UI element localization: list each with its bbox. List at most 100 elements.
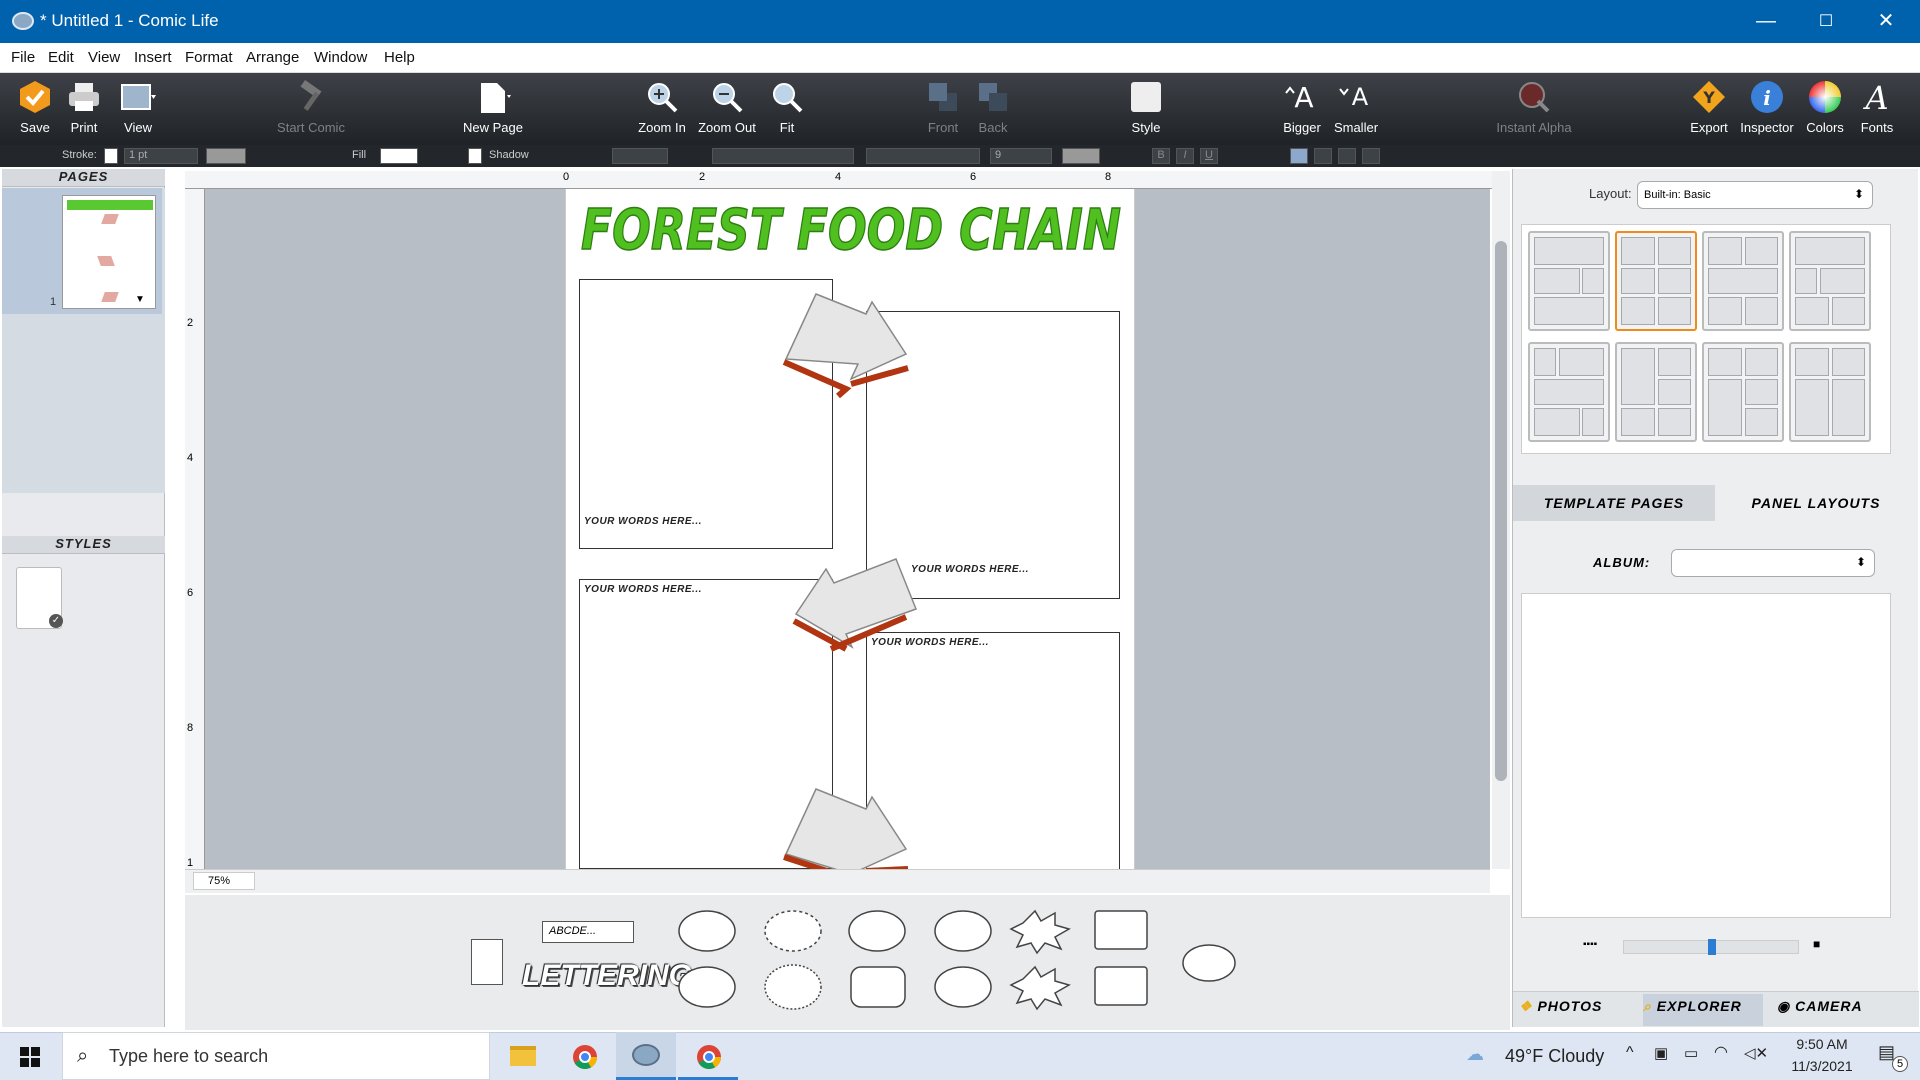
menu-file[interactable]: File: [11, 49, 35, 66]
font-family-select[interactable]: [712, 148, 854, 164]
menu-insert[interactable]: Insert: [134, 49, 172, 66]
layout-thumbnail[interactable]: [1528, 231, 1610, 331]
slider-thumb[interactable]: [1708, 939, 1716, 955]
save-button[interactable]: Save: [10, 73, 60, 145]
menu-arrange[interactable]: Arrange: [246, 49, 299, 66]
tab-template-pages[interactable]: TEMPLATE PAGES: [1513, 485, 1715, 521]
maximize-button[interactable]: ☐: [1797, 0, 1855, 43]
file-explorer-taskbar-icon[interactable]: [492, 1032, 552, 1080]
zoom-in-button[interactable]: Zoom In: [632, 73, 692, 145]
close-button[interactable]: ✕: [1857, 0, 1915, 43]
align-right-button[interactable]: [1338, 148, 1356, 164]
fill-color-well[interactable]: [380, 148, 418, 164]
weather-text[interactable]: 49°F Cloudy: [1505, 1046, 1604, 1067]
layout-thumbnail[interactable]: [1789, 342, 1871, 442]
layout-thumbnail[interactable]: [1702, 342, 1784, 442]
zoom-out-button[interactable]: Zoom Out: [694, 73, 760, 145]
panel-caption[interactable]: YOUR WORDS HERE...: [584, 584, 702, 595]
speech-balloon[interactable]: [678, 910, 736, 952]
battery-icon[interactable]: ▭: [1684, 1044, 1698, 1062]
font-size-select[interactable]: 9: [990, 148, 1052, 164]
page-menu-icon[interactable]: ▼: [135, 294, 145, 305]
speech-balloon-shapes[interactable]: [675, 907, 1255, 1019]
style-button[interactable]: Style: [1121, 73, 1171, 145]
view-button[interactable]: View: [110, 73, 166, 145]
wifi-icon[interactable]: ◠: [1714, 1042, 1728, 1062]
bigger-button[interactable]: A Bigger: [1276, 73, 1328, 145]
thought-balloon[interactable]: [848, 910, 906, 952]
stroke-width-select[interactable]: 1 pt: [124, 148, 198, 164]
pages-scrollbar[interactable]: [148, 189, 164, 529]
style-swatch[interactable]: ✓: [16, 567, 63, 629]
menu-view[interactable]: View: [88, 49, 120, 66]
chrome-profile-taskbar-icon[interactable]: [678, 1032, 738, 1080]
zoom-select[interactable]: 75%: [193, 872, 255, 890]
taskbar-search-box[interactable]: ⌕ Type here to search: [62, 1032, 490, 1080]
speech-balloon-oval[interactable]: [934, 910, 992, 952]
rounded-balloon[interactable]: [850, 966, 906, 1008]
panel-caption[interactable]: YOUR WORDS HERE...: [584, 516, 702, 527]
arrow-graphic[interactable]: [776, 779, 926, 874]
clock-date[interactable]: 11/3/2021: [1778, 1058, 1866, 1074]
underline-button[interactable]: U: [1200, 148, 1218, 164]
new-page-button[interactable]: New Page: [455, 73, 531, 145]
layout-select[interactable]: Built-in: Basic ⬍: [1637, 181, 1873, 209]
tab-photos[interactable]: ❖ PHOTOS: [1519, 998, 1639, 1024]
photo-browser[interactable]: [1521, 593, 1891, 918]
tab-explorer[interactable]: ⌕ EXPLORER: [1643, 994, 1763, 1026]
shadow-style-select[interactable]: [612, 148, 668, 164]
chevron-up-icon[interactable]: ^: [1626, 1044, 1634, 1062]
colors-button[interactable]: Colors: [1800, 73, 1850, 145]
whisper-balloon-2[interactable]: [764, 964, 822, 1010]
whisper-balloon[interactable]: [764, 910, 822, 952]
page-title-graphic[interactable]: FOREST FOOD CHAIN: [578, 199, 1124, 259]
lettering-shape[interactable]: LETTERING: [522, 959, 692, 1001]
instant-alpha-button[interactable]: Instant Alpha: [1488, 73, 1580, 145]
back-button[interactable]: Back: [966, 73, 1020, 145]
arrow-graphic[interactable]: [776, 539, 926, 659]
font-style-select[interactable]: [866, 148, 980, 164]
tab-camera[interactable]: ◉ CAMERA: [1777, 998, 1897, 1024]
fit-button[interactable]: Fit: [764, 73, 810, 145]
page-thumbnail[interactable]: ▼: [62, 195, 156, 309]
italic-button[interactable]: I: [1176, 148, 1194, 164]
layout-thumbnail-selected[interactable]: [1615, 231, 1697, 331]
front-button[interactable]: Front: [916, 73, 970, 145]
tab-panel-layouts[interactable]: PANEL LAYOUTS: [1715, 485, 1917, 521]
start-comic-button[interactable]: Start Comic: [266, 73, 356, 145]
shout-balloon[interactable]: [1009, 909, 1071, 955]
menu-window[interactable]: Window: [314, 49, 367, 66]
speech-balloon-3[interactable]: [1182, 944, 1236, 982]
panel-shape[interactable]: [471, 939, 503, 985]
layout-thumbnail[interactable]: [1615, 342, 1697, 442]
layout-thumbnail[interactable]: [1789, 231, 1871, 331]
layout-thumbnail[interactable]: [1528, 342, 1610, 442]
text-box-shape[interactable]: ABCDE...: [542, 921, 634, 943]
comic-life-taskbar-icon[interactable]: [616, 1032, 676, 1080]
start-button[interactable]: [0, 1033, 60, 1080]
comic-page[interactable]: FOREST FOOD CHAIN YOUR WORDS HERE... YOU…: [565, 189, 1135, 874]
shout-balloon-2[interactable]: [1009, 965, 1071, 1011]
volume-muted-icon[interactable]: ◁✕: [1744, 1044, 1768, 1062]
clock-time[interactable]: 9:50 AM: [1786, 1036, 1858, 1052]
inspector-button[interactable]: i Inspector: [1736, 73, 1798, 145]
stroke-checkbox[interactable]: [104, 148, 118, 164]
speech-balloon-2[interactable]: [678, 966, 736, 1008]
scrollbar-thumb[interactable]: [1495, 241, 1507, 781]
smaller-button[interactable]: A Smaller: [1328, 73, 1384, 145]
print-button[interactable]: Print: [62, 73, 106, 145]
album-select[interactable]: ⬍: [1671, 549, 1875, 577]
panel-caption[interactable]: YOUR WORDS HERE...: [911, 564, 1029, 575]
menu-help[interactable]: Help: [384, 49, 415, 66]
notifications-button[interactable]: ▤ 5: [1872, 1040, 1908, 1072]
fonts-button[interactable]: A Fonts: [1852, 73, 1902, 145]
chrome-taskbar-icon[interactable]: [554, 1032, 614, 1080]
text-color-well[interactable]: [1062, 148, 1100, 164]
stroke-color-well[interactable]: [206, 148, 246, 164]
align-center-button[interactable]: [1314, 148, 1332, 164]
arrow-graphic[interactable]: [776, 284, 926, 404]
export-button[interactable]: Y Export: [1686, 73, 1732, 145]
bold-button[interactable]: B: [1152, 148, 1170, 164]
thought-balloon-2[interactable]: [934, 966, 992, 1008]
caption-balloon-2[interactable]: [1094, 966, 1148, 1006]
